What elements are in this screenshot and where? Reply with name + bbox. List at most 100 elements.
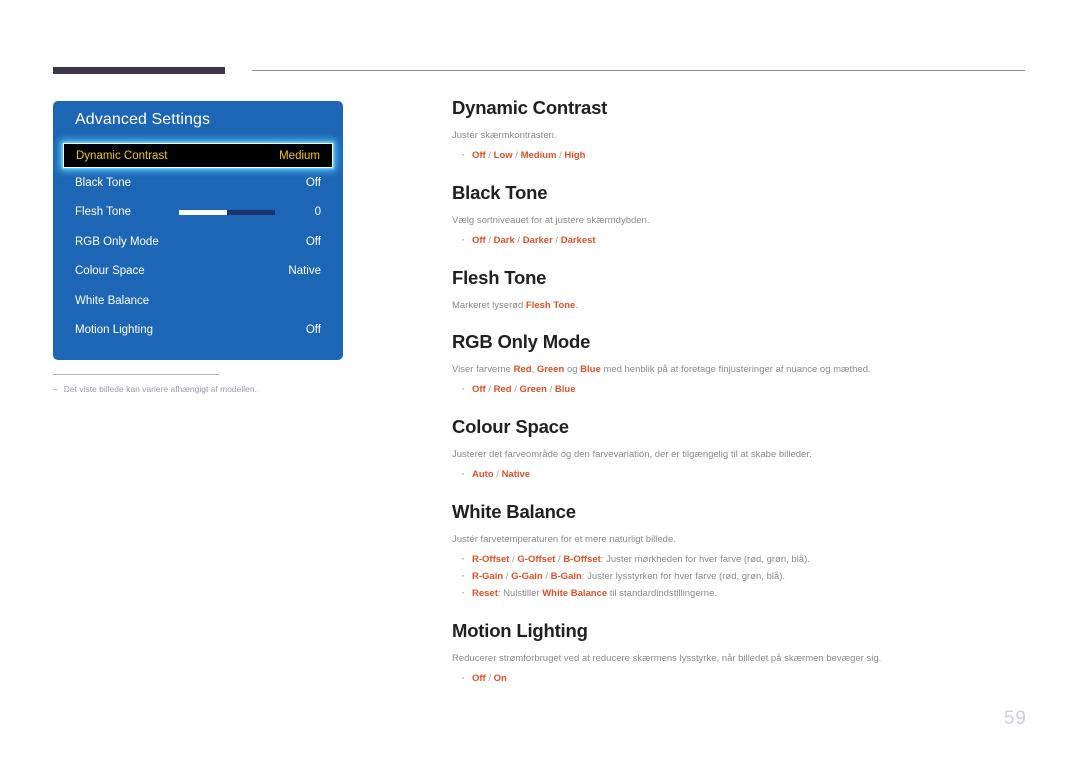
osd-row-label: RGB Only Mode — [75, 235, 159, 248]
description-text: : Nulstiller — [497, 588, 543, 599]
option-separator: / — [511, 384, 520, 395]
section-description: Justér skærmkontrasten. — [452, 130, 557, 141]
section-description: Markeret lyserød Flesh Tone. — [452, 298, 1027, 313]
osd-row-label: Motion Lighting — [75, 324, 153, 337]
section-heading: Motion Lighting — [452, 620, 588, 641]
manual-page: Advanced Settings Dynamic Contrast Medium… — [0, 0, 1080, 763]
section-dynamic-contrast: Dynamic Contrast Justér skærmkontrasten. O… — [452, 96, 1027, 164]
option-value: Auto — [472, 469, 494, 480]
description-text: med henblik på at foretage finjusteringe… — [600, 364, 871, 375]
option-separator: / — [485, 384, 494, 395]
osd-menu-title: Advanced Settings — [75, 111, 211, 128]
option-separator: / — [512, 150, 521, 161]
osd-row-value: 0 — [314, 206, 321, 219]
option-value: Off — [472, 235, 486, 246]
osd-row-value: Off — [305, 235, 321, 248]
highlighted-term: Red — [513, 364, 532, 375]
option-value: Red — [493, 384, 512, 395]
option-list-item: Reset: Nulstiller White Balance til stan… — [452, 584, 1027, 602]
option-separator: / — [485, 673, 494, 684]
footnote: – Det viste billede kan variere afhængig… — [53, 383, 353, 396]
option-list-item: Auto / Native — [452, 465, 1027, 483]
option-value: Blue — [554, 384, 576, 395]
osd-row-label: Flesh Tone — [75, 206, 132, 219]
osd-row-white-balance[interactable]: White Balance — [53, 286, 343, 316]
option-list: Auto / Native — [452, 465, 1027, 483]
section-heading: Dynamic Contrast — [452, 97, 608, 118]
option-list-item: Off / Dark / Darker / Darkest — [452, 231, 1027, 249]
section-motion-lighting: Motion Lighting Reducerer strømforbruget … — [452, 619, 1027, 687]
option-value: Dark — [493, 235, 515, 246]
option-value: High — [564, 150, 586, 161]
option-list-item: R-Gain / G-Gain / B-Gain: Juster lysstyr… — [452, 567, 1027, 585]
option-description: : Juster lysstyrken for hver farve (rød,… — [581, 571, 786, 582]
section-heading: Colour Space — [452, 416, 569, 437]
highlighted-term: Green — [536, 364, 565, 375]
osd-row-motion-lighting[interactable]: Motion Lighting Off — [53, 316, 343, 346]
option-value: Off — [472, 673, 486, 684]
osd-row-rgb-only-mode[interactable]: RGB Only Mode Off — [53, 227, 343, 257]
osd-menu-list: Dynamic Contrast Medium Black Tone Off Flesh… — [53, 143, 343, 345]
option-separator: / — [542, 571, 551, 582]
section-heading: RGB Only Mode — [452, 331, 591, 352]
option-value: R-Offset — [472, 554, 510, 565]
option-separator: / — [485, 150, 494, 161]
slider-fill — [179, 209, 227, 215]
osd-row-black-tone[interactable]: Black Tone Off — [53, 168, 343, 198]
highlighted-term: Blue — [580, 364, 601, 375]
option-separator: / — [552, 235, 561, 246]
slider-track — [227, 209, 275, 215]
header-divider-line — [252, 70, 1025, 71]
section-description: Vælg sortniveauet for at justere skærmdy… — [452, 215, 650, 226]
option-separator: / — [493, 469, 502, 480]
option-list-item: R-Offset / G-Offset / B-Offset: Juster m… — [452, 550, 1027, 568]
section-heading: White Balance — [452, 501, 576, 522]
option-value: Native — [501, 469, 531, 480]
osd-row-label: White Balance — [75, 294, 150, 307]
option-list: Off / Dark / Darker / Darkest — [452, 231, 1027, 249]
option-separator: / — [485, 235, 494, 246]
option-value: G-Gain — [511, 571, 543, 582]
osd-row-dynamic-contrast[interactable]: Dynamic Contrast Medium — [63, 143, 333, 168]
option-value: B-Offset — [563, 554, 601, 565]
osd-row-label: Dynamic Contrast — [76, 149, 168, 162]
section-description: Viser farverne Red, Green og Blue med he… — [452, 362, 1027, 377]
osd-row-value: Native — [288, 265, 321, 278]
osd-row-label: Black Tone — [75, 176, 132, 189]
option-value: Darkest — [560, 235, 596, 246]
section-heading: Black Tone — [452, 182, 548, 203]
option-value: Off — [472, 150, 486, 161]
description-text: til standardindstillingerne. — [607, 588, 717, 599]
section-description: Justerer det farveområde og den farvevar… — [452, 449, 812, 460]
section-rgb-only-mode: RGB Only Mode Viser farverne Red, Green o… — [452, 330, 1027, 398]
option-separator: / — [546, 384, 555, 395]
description-text: . — [575, 300, 578, 311]
option-list: Off / Low / Medium / High — [452, 146, 1027, 164]
header-accent-bar — [53, 67, 225, 74]
option-list-item: Off / On — [452, 669, 1027, 687]
option-value: On — [493, 673, 507, 684]
option-list-item: Off / Red / Green / Blue — [452, 380, 1027, 398]
option-value: Reset — [472, 588, 498, 599]
section-black-tone: Black Tone Vælg sortniveauet for at juste… — [452, 181, 1027, 249]
option-list: Off / On — [452, 669, 1027, 687]
footnote-dash: – — [53, 384, 58, 394]
documentation-content: Dynamic Contrast Justér skærmkontrasten. O… — [452, 96, 1027, 704]
description-text: Markeret lyserød — [452, 300, 526, 311]
option-list: R-Offset / G-Offset / B-Offset: Juster m… — [452, 550, 1027, 602]
footnote-divider — [53, 374, 219, 375]
option-value: B-Gain — [550, 571, 582, 582]
flesh-tone-slider[interactable] — [179, 209, 275, 215]
osd-row-value: Medium — [279, 149, 320, 162]
section-description: Justér farvetemperaturen for et mere nat… — [452, 534, 676, 545]
option-value: Low — [493, 150, 513, 161]
osd-row-flesh-tone[interactable]: Flesh Tone 0 — [53, 198, 343, 228]
description-text: og — [564, 364, 581, 375]
section-flesh-tone: Flesh Tone Markeret lyserød Flesh Tone. — [452, 266, 1027, 313]
option-description: : Juster mørkheden for hver farve (rød, … — [600, 554, 810, 565]
option-value: G-Offset — [517, 554, 556, 565]
osd-row-colour-space[interactable]: Colour Space Native — [53, 257, 343, 287]
osd-row-value: Off — [305, 324, 321, 337]
description-text: Viser farverne — [452, 364, 514, 375]
osd-row-value: Off — [305, 176, 321, 189]
